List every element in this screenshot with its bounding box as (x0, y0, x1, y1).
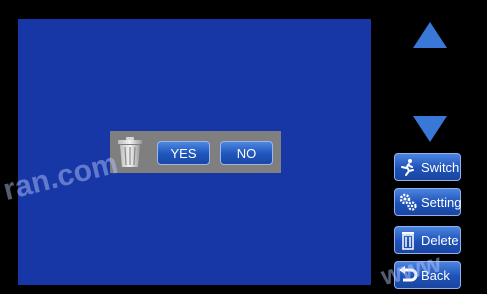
delete-confirm-dialog: YES NO (110, 131, 281, 173)
switch-button[interactable]: Switch (394, 153, 461, 181)
arrow-down-icon[interactable] (413, 116, 447, 142)
setting-button[interactable]: Setting (394, 188, 461, 216)
no-label: NO (236, 145, 257, 161)
arrow-up-icon[interactable] (413, 22, 447, 48)
trash-icon (398, 230, 418, 250)
setting-label: Setting (421, 194, 462, 210)
gears-icon (398, 192, 418, 212)
delete-button[interactable]: Delete (394, 226, 461, 254)
no-button[interactable]: NO (220, 141, 273, 165)
switch-label: Switch (421, 159, 460, 175)
yes-button[interactable]: YES (157, 141, 210, 165)
back-label: Back (421, 267, 450, 283)
back-button[interactable]: Back (394, 261, 461, 289)
delete-label: Delete (421, 232, 459, 248)
running-person-icon (398, 157, 418, 177)
back-arrow-icon (398, 265, 418, 285)
yes-label: YES (170, 145, 197, 161)
trash-can-icon (116, 136, 144, 168)
